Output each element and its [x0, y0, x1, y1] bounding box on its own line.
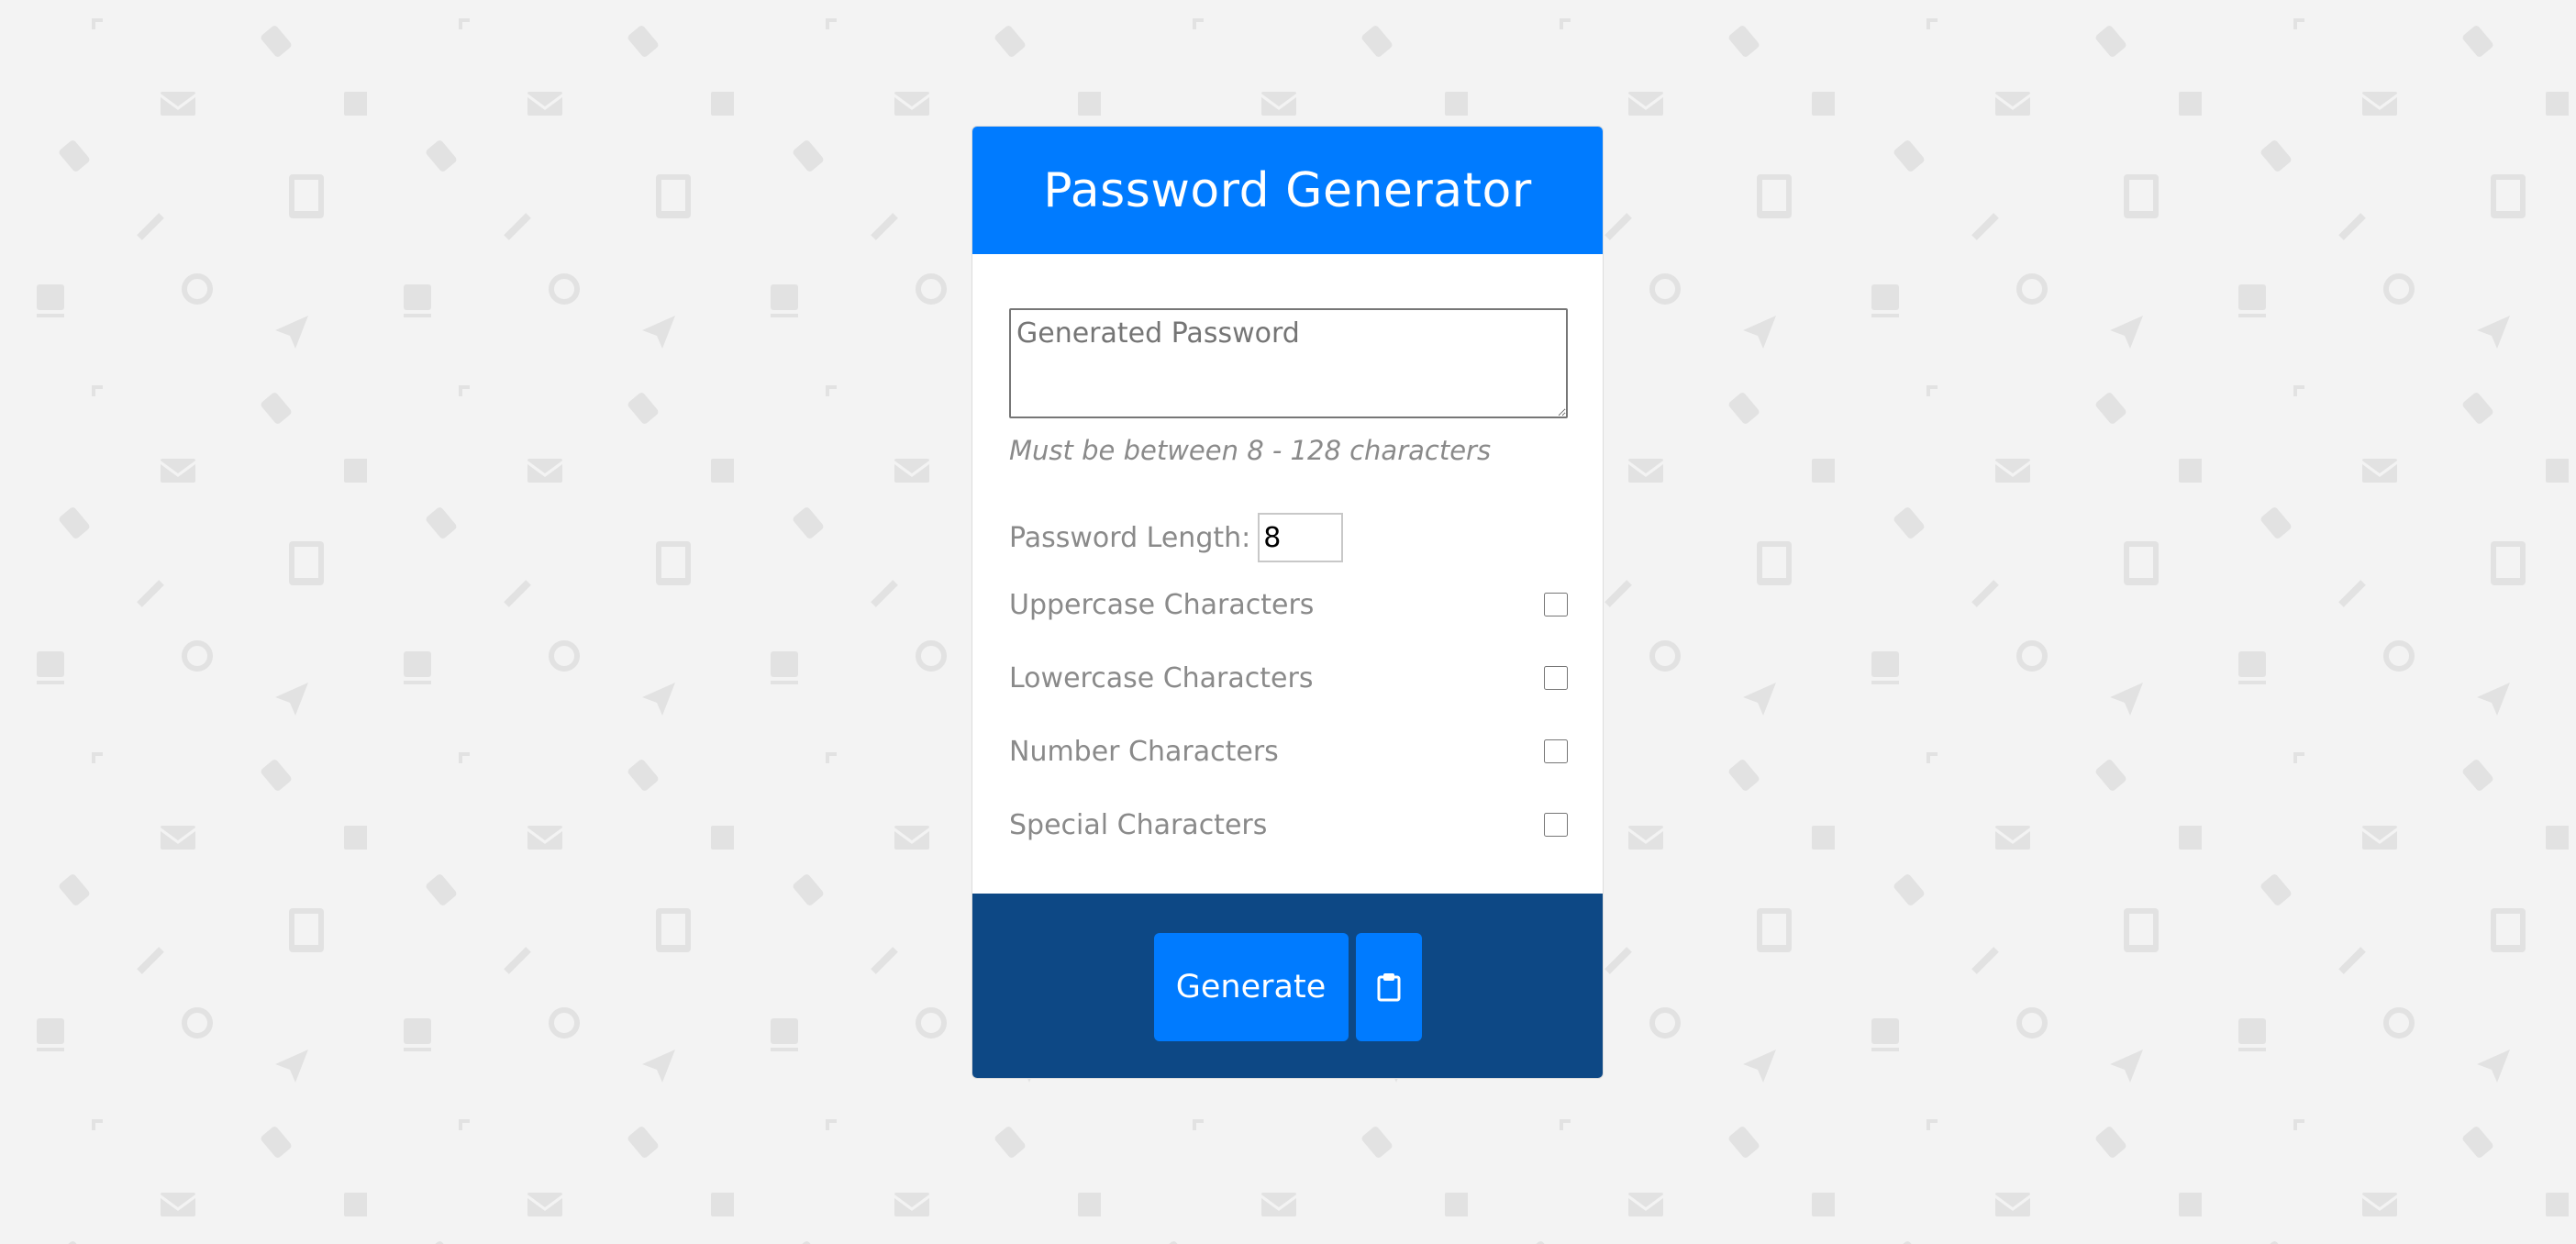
number-label: Number Characters [1009, 735, 1279, 768]
clipboard-icon [1377, 972, 1400, 1001]
card-footer: Generate [972, 894, 1603, 1078]
generate-button[interactable]: Generate [1153, 932, 1349, 1041]
uppercase-checkbox[interactable] [1544, 593, 1568, 616]
uppercase-label: Uppercase Characters [1009, 588, 1315, 621]
special-checkbox[interactable] [1544, 813, 1568, 837]
lowercase-label: Lowercase Characters [1009, 661, 1314, 694]
page-title: Password Generator [1043, 162, 1532, 218]
option-row-number: Number Characters [1009, 728, 1568, 774]
card-header: Password Generator [972, 127, 1603, 254]
number-checkbox[interactable] [1544, 739, 1568, 763]
password-length-input[interactable] [1258, 513, 1344, 562]
password-length-label: Password Length: [1009, 521, 1251, 554]
option-row-uppercase: Uppercase Characters [1009, 582, 1568, 628]
option-row-lowercase: Lowercase Characters [1009, 655, 1568, 701]
length-hint-text: Must be between 8 - 128 characters [1009, 435, 1492, 466]
password-length-row: Password Length: [1009, 513, 1344, 562]
password-generator-card: Password Generator Must be between 8 - 1… [972, 126, 1604, 1079]
generated-password-field[interactable] [1009, 308, 1568, 418]
special-label: Special Characters [1009, 808, 1268, 841]
card-body: Must be between 8 - 128 characters Passw… [972, 254, 1603, 894]
copy-button[interactable] [1355, 932, 1422, 1041]
lowercase-checkbox[interactable] [1544, 666, 1568, 690]
option-row-special: Special Characters [1009, 802, 1568, 848]
